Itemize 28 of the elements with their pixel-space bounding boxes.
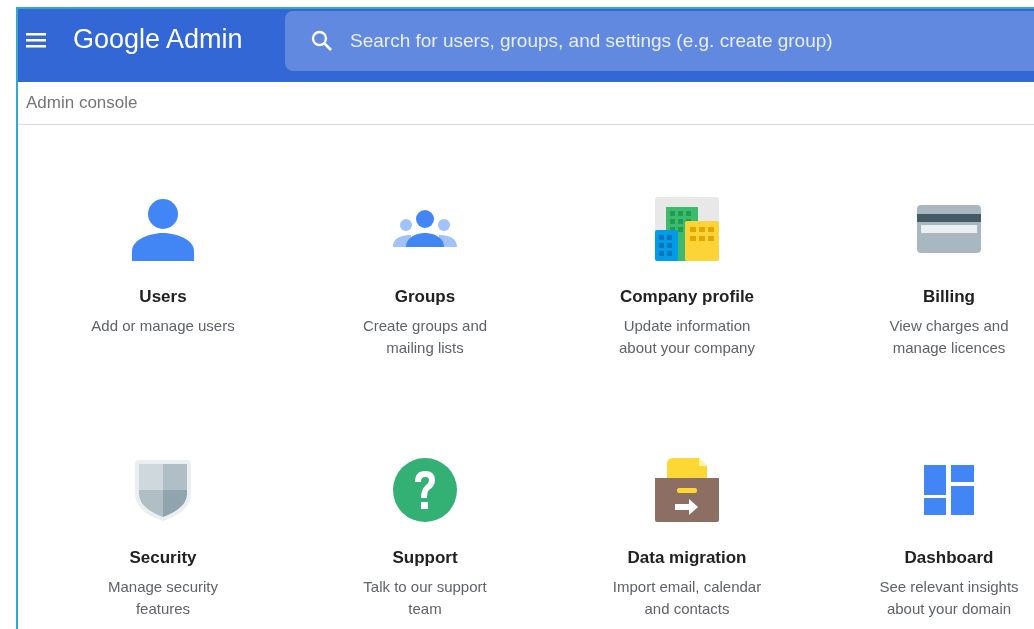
breadcrumb: Admin console xyxy=(26,93,138,113)
card-description: Create groups and mailing lists xyxy=(361,316,489,358)
shield-icon xyxy=(133,458,193,522)
search-field[interactable]: Search for users, groups, and settings (e.g. create group) xyxy=(285,11,1034,71)
person-icon xyxy=(131,197,195,261)
search-icon xyxy=(310,29,334,53)
card-description: Import email, calendar and contacts xyxy=(612,577,762,619)
app-logo: Google Admin xyxy=(73,24,244,55)
question-icon xyxy=(393,458,457,522)
card-description: View charges and manage licences xyxy=(888,316,1010,358)
card-description: Talk to our support team xyxy=(362,577,488,619)
card-title[interactable]: Security xyxy=(129,548,197,568)
search-input[interactable]: Search for users, groups, and settings (e.g. create group) xyxy=(348,25,1034,57)
buildings-icon xyxy=(655,197,719,261)
card-title[interactable]: Users xyxy=(139,287,187,307)
card-description: Update information about your company xyxy=(618,316,756,358)
card-title[interactable]: Support xyxy=(392,548,458,568)
card-title[interactable]: Data migration xyxy=(627,548,747,568)
credit-card-icon xyxy=(917,205,981,253)
dashboard-icon xyxy=(924,465,974,515)
card-title[interactable]: Dashboard xyxy=(904,548,994,568)
card-title[interactable]: Company profile xyxy=(619,287,755,307)
card-title[interactable]: Billing xyxy=(923,287,975,307)
card-description: See relevant insights about your domain xyxy=(878,577,1020,619)
card-title[interactable]: Groups xyxy=(394,287,456,307)
card-description: Add or manage users xyxy=(90,316,236,336)
archive-box-icon xyxy=(655,458,719,522)
card-description: Manage security features xyxy=(106,577,220,619)
